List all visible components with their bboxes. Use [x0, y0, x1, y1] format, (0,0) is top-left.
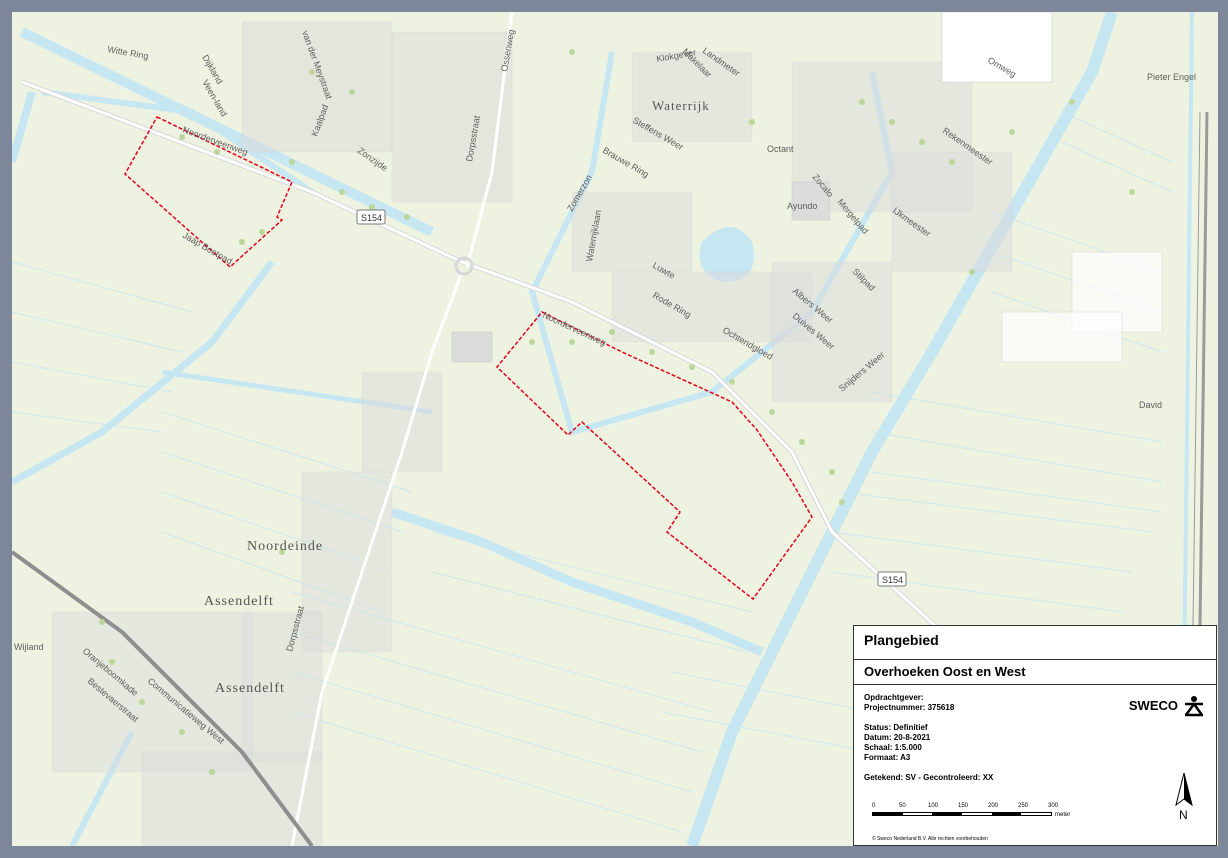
legend-info: Opdrachtgever: Projectnummer: 375618 Sta… — [854, 685, 1216, 783]
legend-title-row: Plangebied — [854, 626, 1216, 660]
scale-label: 250 — [1018, 803, 1029, 809]
poi-label-octant: Octant — [767, 144, 794, 154]
north-label: N — [1179, 808, 1188, 821]
street-label: Veen-land — [200, 78, 229, 118]
scale-label: 100 — [928, 803, 939, 809]
place-label-waterrijk: Waterrijk — [652, 98, 710, 113]
legend-subtitle-row: Overhoeken Oost en West — [854, 660, 1216, 685]
scale-label: 200 — [988, 803, 999, 809]
formaat-label: Formaat: A3 — [864, 753, 911, 762]
copyright-text: © Sweco Nederland B.V. Alle rechten voor… — [872, 836, 988, 842]
schaal-label: Schaal: 1:5.000 — [864, 743, 922, 752]
place-label-assendelft: Assendelft — [215, 681, 285, 696]
scale-unit: meter — [1055, 812, 1071, 818]
getekend-label: Getekend: SV - Gecontroleerd: XX — [864, 773, 994, 782]
scale-bar: 0 50 100 150 200 250 300 meter — [872, 803, 1072, 823]
datum-label: Datum: 20-8-2021 — [864, 733, 931, 742]
poi-label-ayundo: Ayundo — [787, 201, 817, 211]
sweco-logo-text: SWECO — [1128, 698, 1178, 713]
svg-text:S154: S154 — [882, 575, 903, 585]
scale-label: 0 — [872, 803, 876, 809]
place-label-assendelft: Assendelft — [204, 594, 274, 609]
road-shield-2: S154 — [877, 571, 907, 587]
street-label: Witte Ring — [107, 44, 150, 61]
street-label: Jaap Bootpad — [181, 230, 234, 266]
north-arrow-icon: N — [1175, 772, 1193, 821]
legend-title: Plangebied — [864, 632, 939, 648]
sweco-logo-icon — [1184, 696, 1204, 717]
map-legend: Plangebied Overhoeken Oost en West Opdra… — [853, 625, 1217, 846]
legend-subtitle: Overhoeken Oost en West — [864, 664, 1026, 679]
place-label-noordeinde: Noordeinde — [247, 539, 323, 554]
scale-label: 300 — [1048, 803, 1059, 809]
scale-bar-graphic — [872, 812, 1052, 816]
road-shield-1: S154 — [356, 209, 386, 225]
street-label: Pieter Engel — [1147, 72, 1196, 82]
sweco-logo: SWECO — [1129, 695, 1206, 717]
status-label: Status: Definitief — [864, 723, 928, 732]
street-label: Brauwe Ring — [601, 145, 651, 179]
scale-label: 50 — [899, 803, 906, 809]
scale-label: 150 — [958, 803, 969, 809]
svg-text:S154: S154 — [361, 213, 382, 223]
poi-label-david: David — [1139, 400, 1162, 410]
street-label: Wijland — [14, 642, 44, 652]
